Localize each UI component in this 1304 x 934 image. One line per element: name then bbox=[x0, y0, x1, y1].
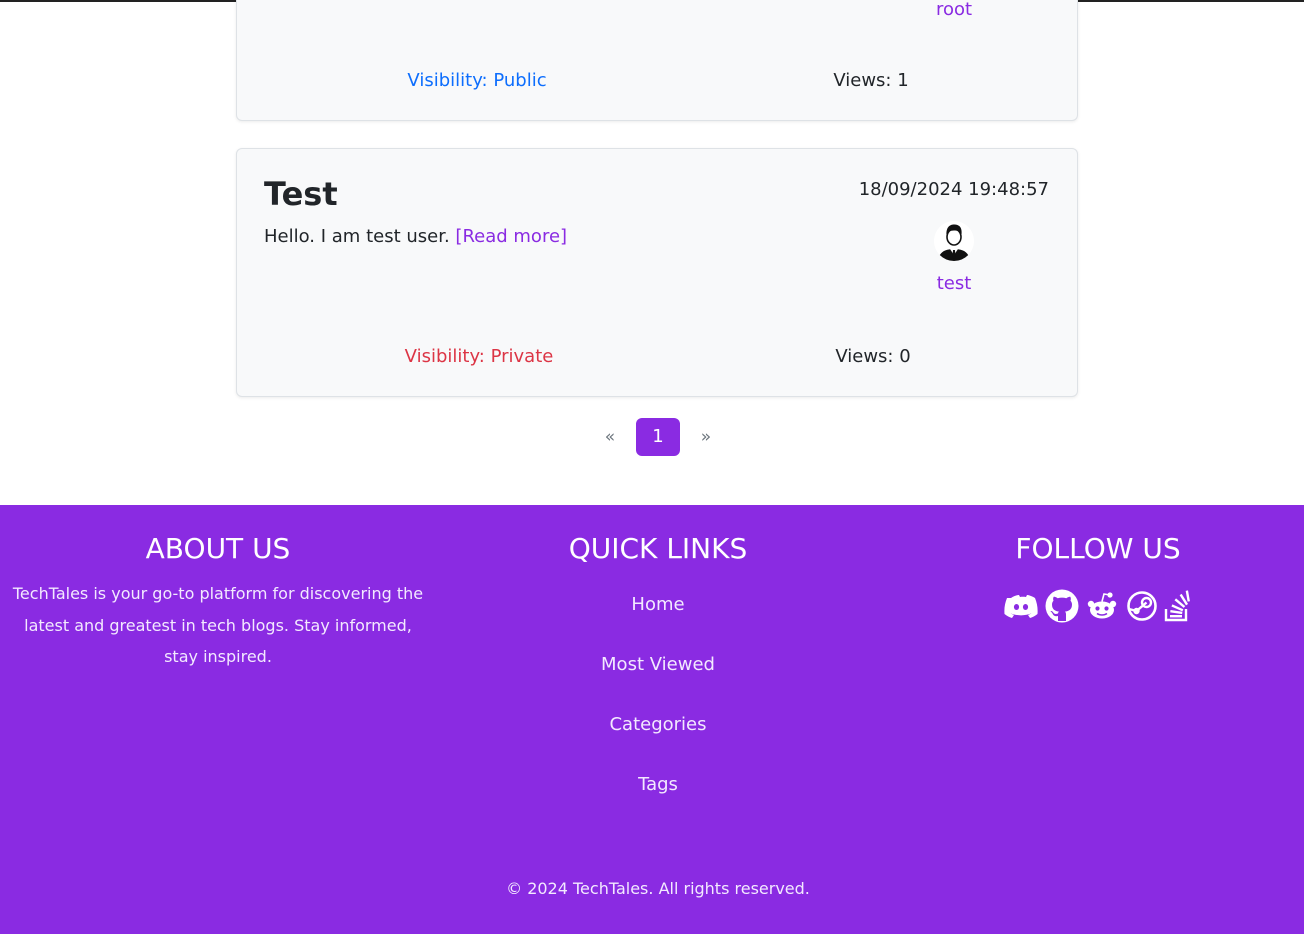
github-icon[interactable] bbox=[1045, 589, 1079, 623]
user-avatar-icon bbox=[934, 221, 974, 261]
post-date: 18/09/2024 19:48:57 bbox=[858, 179, 1049, 200]
discord-icon[interactable] bbox=[1004, 589, 1038, 623]
footer-link-home[interactable]: Home bbox=[538, 594, 778, 615]
post-card: root Visibility: Public Views: 1 bbox=[236, 0, 1078, 121]
post-card: Test Hello. I am test user. [Read more] … bbox=[236, 148, 1078, 397]
pagination-prev-button[interactable]: « bbox=[590, 418, 630, 456]
pagination: « 1 » bbox=[590, 418, 726, 456]
about-us-heading: ABOUT US bbox=[145, 532, 291, 565]
footer-link-tags[interactable]: Tags bbox=[538, 774, 778, 795]
follow-us-heading: FOLLOW US bbox=[1015, 532, 1181, 565]
site-footer: ABOUT US TechTales is your go-to platfor… bbox=[0, 505, 1304, 934]
author-link[interactable]: root bbox=[894, 0, 1014, 20]
pagination-page-button[interactable]: 1 bbox=[636, 418, 680, 456]
visibility-status: Visibility: Private bbox=[404, 346, 554, 367]
visibility-status: Visibility: Public bbox=[407, 70, 547, 91]
post-title[interactable]: Test bbox=[264, 175, 338, 213]
reddit-icon[interactable] bbox=[1085, 589, 1119, 623]
stackoverflow-icon[interactable] bbox=[1163, 589, 1197, 623]
views-count: Views: 1 bbox=[833, 70, 909, 91]
avatar[interactable] bbox=[934, 221, 974, 261]
quick-links-heading: QUICK LINKS bbox=[568, 532, 748, 565]
post-excerpt-text: Hello. I am test user. bbox=[264, 226, 450, 247]
read-more-link[interactable]: [Read more] bbox=[455, 226, 567, 247]
copyright-text: © 2024 TechTales. All rights reserved. bbox=[506, 879, 810, 898]
steam-icon[interactable] bbox=[1125, 589, 1159, 623]
footer-link-most-viewed[interactable]: Most Viewed bbox=[538, 654, 778, 675]
pagination-next-button[interactable]: » bbox=[686, 418, 726, 456]
views-count: Views: 0 bbox=[835, 346, 911, 367]
footer-link-categories[interactable]: Categories bbox=[538, 714, 778, 735]
about-us-text: TechTales is your go-to platform for dis… bbox=[12, 584, 424, 666]
author-link[interactable]: test bbox=[894, 273, 1014, 294]
post-excerpt: Hello. I am test user. [Read more] bbox=[264, 226, 567, 247]
